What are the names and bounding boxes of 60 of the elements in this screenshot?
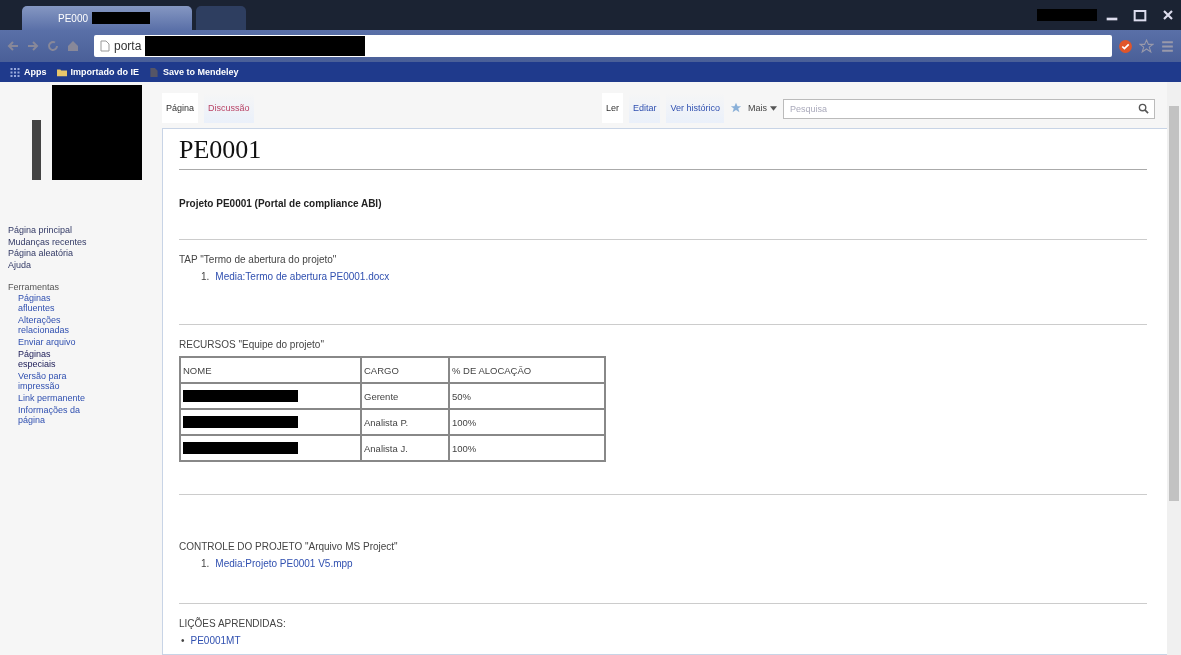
sidebar-link[interactable]: Informações da página [8,405,88,425]
search-icon[interactable] [1138,102,1149,114]
star-icon[interactable] [1139,38,1154,54]
section-heading: CONTROLE DO PROJETO "Arquivo MS Project" [179,541,399,552]
sidebar-link[interactable]: Página principal [8,225,152,237]
redaction-bar [92,12,151,24]
forward-icon[interactable] [26,39,40,53]
table-cell: Analista J. [361,435,449,461]
list-marker: 1. [201,558,210,569]
section-heading: TAP "Termo de abertura do projeto" [179,254,338,265]
page-tab[interactable]: Página [162,93,199,123]
sidebar-link[interactable]: Enviar arquivo [8,337,88,347]
page-icon [100,40,110,52]
page-title: PE0001 [179,135,1147,170]
sidebar-link[interactable]: Páginas afluentes [8,293,88,313]
browser-tab[interactable]: PE000 [22,6,192,30]
apps-grid-icon [10,67,20,77]
section-heading: LIÇÕES APRENDIDAS: [179,618,287,629]
sidebar-link[interactable]: Alterações relacionadas [8,315,88,335]
column-header: % DE ALOCAÇÃO [449,357,605,383]
scrollbar[interactable] [1167,82,1181,655]
home-icon[interactable] [66,39,80,53]
table-cell: 50% [449,383,605,409]
sidebar-link[interactable]: Versão para impressão [8,371,88,391]
list-marker: 1. [201,271,210,282]
table-cell: Gerente [361,383,449,409]
table-cell: 100% [449,409,605,435]
page-tab[interactable]: Ler [601,93,623,123]
bookmark[interactable]: Importado do IE [56,67,139,77]
sidebar-link[interactable]: Ajuda [8,259,152,271]
menu-icon[interactable] [1160,38,1175,54]
bookmark[interactable]: Apps [10,67,47,77]
reload-icon[interactable] [46,39,60,53]
more-menu[interactable]: Mais [748,103,777,113]
page-subtitle: Projeto PE0001 (Portal de compliance ABI) [179,198,383,209]
section-heading: RECURSOS "Equipe do projeto" [179,339,325,350]
folder-icon [56,67,67,77]
column-header: NOME [180,357,361,383]
column-header: CARGO [361,357,449,383]
search-field[interactable]: Pesquisa [783,99,1155,119]
sidebar-link[interactable]: Páginas especiais [8,349,88,369]
sidebar-link[interactable]: Página aleatória [8,248,152,260]
file-link[interactable]: PE0001MT [190,635,241,646]
address-bar[interactable]: porta [94,35,1112,57]
sidebar-heading: Ferramentas [8,281,61,293]
redaction-bar [1037,9,1097,21]
scroll-thumb[interactable] [1169,106,1179,501]
sidebar-link[interactable]: Link permanente [8,393,88,403]
caret-icon [770,105,777,111]
file-link[interactable]: Media:Termo de abertura PE0001.docx [215,271,390,282]
list-marker: • [181,635,185,646]
table-cell: Analista P. [361,409,449,435]
back-icon[interactable] [6,39,20,53]
sidebar-link[interactable]: Mudanças recentes [8,236,152,248]
extension-icon[interactable] [1118,38,1133,54]
file-link[interactable]: Media:Projeto PE0001 V5.mpp [215,558,353,569]
star-icon[interactable] [730,102,742,114]
table-cell: 100% [449,435,605,461]
bookmark[interactable]: Save to Mendeley [149,67,239,77]
page-icon [149,67,159,77]
